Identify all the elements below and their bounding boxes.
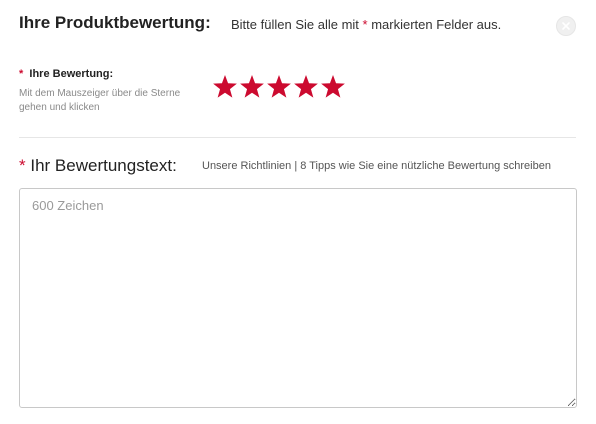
rating-label: * Ihre Bewertung: bbox=[19, 68, 113, 80]
star-shape bbox=[321, 75, 345, 98]
star-shape bbox=[213, 75, 237, 98]
review-textarea[interactable] bbox=[19, 188, 577, 408]
star-icon-3[interactable] bbox=[266, 74, 292, 100]
star-icon-4[interactable] bbox=[293, 74, 319, 100]
star-icon-2[interactable] bbox=[239, 74, 265, 100]
rating-required-marker: * bbox=[19, 68, 24, 80]
rating-label-text: Ihre Bewertung: bbox=[29, 68, 114, 80]
guidelines-link[interactable]: Unsere Richtlinien bbox=[202, 160, 291, 172]
star-icon-5[interactable] bbox=[320, 74, 346, 100]
star-shape bbox=[294, 75, 318, 98]
review-help-links: Unsere Richtlinien | 8 Tipps wie Sie ein… bbox=[202, 160, 551, 172]
rating-help-text: Mit dem Mauszeiger über die Sterne gehen… bbox=[19, 88, 181, 113]
star-shape bbox=[267, 75, 291, 98]
hint-text-end: markierten Felder aus. bbox=[367, 17, 502, 32]
tips-link[interactable]: 8 Tipps wie Sie eine nützliche Bewertung… bbox=[300, 160, 551, 172]
hint-text-start: Bitte füllen Sie alle mit bbox=[231, 17, 363, 32]
star-icon-1[interactable] bbox=[212, 74, 238, 100]
close-button[interactable] bbox=[556, 16, 576, 36]
form-title: Ihre Produktbewertung: bbox=[19, 13, 211, 32]
link-separator: | bbox=[291, 160, 301, 172]
review-text-required-marker: * bbox=[19, 156, 26, 175]
review-text-label-text: Ihr Bewertungstext: bbox=[30, 156, 177, 175]
star-shape bbox=[240, 75, 264, 98]
review-text-label: * Ihr Bewertungstext: bbox=[19, 156, 177, 176]
section-divider bbox=[19, 137, 576, 138]
close-icon bbox=[562, 22, 570, 30]
required-fields-hint: Bitte füllen Sie alle mit * markierten F… bbox=[231, 17, 501, 32]
star-rating[interactable] bbox=[212, 74, 346, 100]
